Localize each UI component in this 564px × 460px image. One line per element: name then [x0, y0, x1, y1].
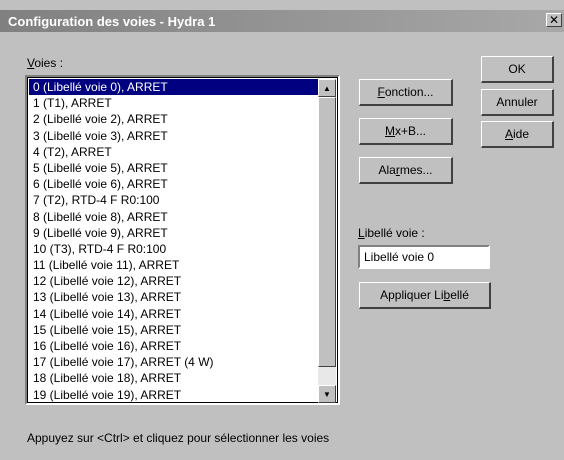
libelle-voie-input[interactable]: Libellé voie 0	[358, 245, 490, 269]
list-item[interactable]: 9 (Libellé voie 9), ARRET	[29, 225, 319, 241]
scroll-down-icon[interactable]: ▼	[318, 385, 336, 403]
scroll-up-icon[interactable]: ▲	[318, 79, 336, 97]
list-item[interactable]: 13 (Libellé voie 13), ARRET	[29, 289, 319, 305]
aide-button[interactable]: Aide	[481, 121, 554, 148]
list-item[interactable]: 16 (Libellé voie 16), ARRET	[29, 338, 319, 354]
list-item[interactable]: 17 (Libellé voie 17), ARRET (4 W)	[29, 354, 319, 370]
ok-button[interactable]: OK	[481, 56, 554, 83]
list-item[interactable]: 6 (Libellé voie 6), ARRET	[29, 176, 319, 192]
annuler-button[interactable]: Annuler	[481, 89, 554, 116]
list-item[interactable]: 19 (Libellé voie 19), ARRET	[29, 387, 319, 403]
list-item[interactable]: 4 (T2), ARRET	[29, 144, 319, 160]
list-item[interactable]: 1 (T1), ARRET	[29, 95, 319, 111]
list-item[interactable]: 2 (Libellé voie 2), ARRET	[29, 111, 319, 127]
list-item[interactable]: 15 (Libellé voie 15), ARRET	[29, 322, 319, 338]
list-item[interactable]: 10 (T3), RTD-4 F R0:100	[29, 241, 319, 257]
mxb-button[interactable]: Mx+B...	[359, 118, 453, 145]
appliquer-libelle-button[interactable]: Appliquer Li b ellé	[359, 282, 491, 309]
voies-list: 0 (Libellé voie 0), ARRET 1 (T1), ARRET 2 …	[29, 79, 319, 403]
list-item[interactable]: 18 (Libellé voie 18), ARRET	[29, 370, 319, 386]
list-item[interactable]: 12 (Libellé voie 12), ARRET	[29, 273, 319, 289]
list-item[interactable]: 8 (Libellé voie 8), ARRET	[29, 209, 319, 225]
list-item[interactable]: 7 (T2), RTD-4 F R0:100	[29, 192, 319, 208]
alarmes-button[interactable]: Ala r mes...	[359, 157, 453, 184]
footer-hint: Appuyez sur <Ctrl> et cliquez pour sélec…	[27, 431, 330, 445]
scroll-thumb[interactable]	[318, 97, 336, 367]
list-item[interactable]: 5 (Libellé voie 5), ARRET	[29, 160, 319, 176]
list-item[interactable]: 11 (Libellé voie 11), ARRET	[29, 257, 319, 273]
list-item[interactable]: 3 (Libellé voie 3), ARRET	[29, 128, 319, 144]
list-item[interactable]: 0 (Libellé voie 0), ARRET	[29, 79, 319, 96]
vertical-scrollbar[interactable]: ▲ ▼	[318, 79, 336, 403]
fonction-button[interactable]: Fonction...	[359, 79, 453, 106]
libelle-voie-label: Libellé voie :	[358, 226, 425, 240]
window-title: Configuration des voies - Hydra 1	[8, 13, 216, 29]
list-item[interactable]: 14 (Libellé voie 14), ARRET	[29, 306, 319, 322]
close-icon[interactable]: ✕	[546, 13, 562, 27]
voies-label: Voies :	[27, 56, 64, 70]
voies-listbox[interactable]: 0 (Libellé voie 0), ARRET 1 (T1), ARRET 2 …	[25, 75, 340, 405]
title-bar: Configuration des voies - Hydra 1 ✕	[0, 10, 564, 32]
channel-config-dialog: Configuration des voies - Hydra 1 ✕ Voie…	[0, 0, 564, 460]
